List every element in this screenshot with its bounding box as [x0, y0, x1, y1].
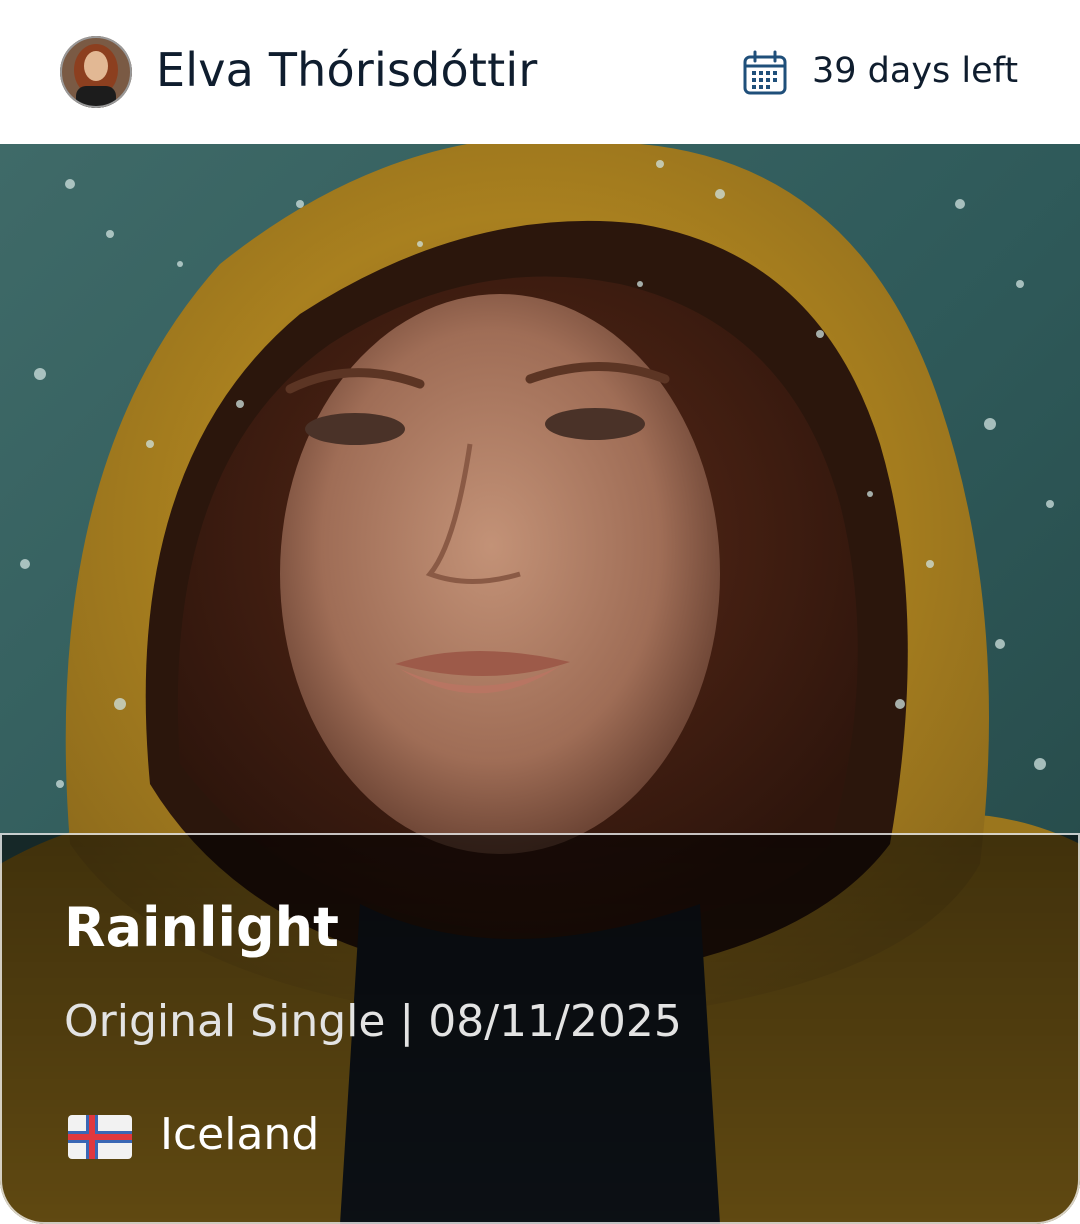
calendar-icon [742, 50, 788, 96]
card-header: Elva Thórisdóttir 39 days left [0, 0, 1080, 144]
avatar[interactable] [60, 36, 132, 108]
days-left-label: 39 days left [812, 51, 1019, 91]
release-country: Iceland [160, 1109, 320, 1160]
release-meta: Original Single | 08/11/2025 [64, 996, 682, 1047]
release-info-panel: Rainlight Original Single | 08/11/2025 I… [0, 833, 1080, 1224]
release-card[interactable]: Elva Thórisdóttir 39 days left Rainlight… [0, 0, 1080, 1224]
release-title[interactable]: Rainlight [64, 893, 339, 963]
iceland-flag-icon [68, 1115, 132, 1159]
user-name[interactable]: Elva Thórisdóttir [156, 40, 537, 100]
